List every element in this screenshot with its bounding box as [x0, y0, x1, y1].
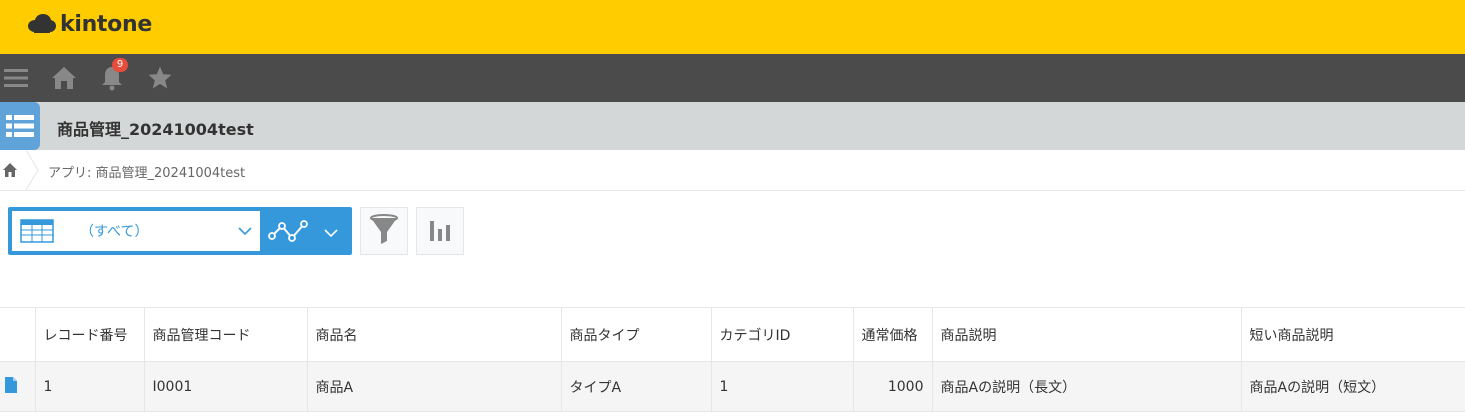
- cell-short-description: 商品Aの説明（短文）: [1249, 379, 1386, 396]
- records-table: レコード番号 商品管理コード 商品名 商品タイプ カテゴリID 通常価格 商品説…: [0, 307, 1465, 412]
- cell-product-code: I0001: [144, 361, 308, 412]
- filter-button[interactable]: [360, 207, 408, 255]
- view-selector[interactable]: （すべて）: [8, 207, 260, 255]
- home-icon[interactable]: [50, 64, 78, 92]
- cell-product-type: タイプA: [561, 361, 712, 412]
- view-dropdown[interactable]: （すべて）: [12, 211, 260, 251]
- column-header-regular-price[interactable]: 通常価格: [853, 307, 933, 362]
- graph-selector-button[interactable]: [260, 207, 352, 255]
- filter-icon: [370, 214, 398, 244]
- chevron-down-icon: [238, 227, 252, 236]
- breadcrumb-app-link[interactable]: アプリ: 商品管理_20241004test: [48, 162, 245, 181]
- column-header-category-id[interactable]: カテゴリID: [711, 307, 854, 362]
- line-chart-icon: [268, 220, 308, 242]
- column-header-product-code[interactable]: 商品管理コード: [144, 307, 308, 362]
- cell-regular-price: 1000: [853, 361, 933, 412]
- table-row: 1 I0001 商品A タイプA 1 1000 商品Aの説明（長文） 商品Aの説…: [0, 361, 1465, 412]
- cell-category-id: 1: [711, 361, 854, 412]
- record-detail-link[interactable]: [0, 361, 36, 412]
- chevron-down-icon: [324, 229, 338, 238]
- table-view-icon: [20, 219, 54, 243]
- brand-name: kintone: [60, 11, 152, 37]
- column-header-product-type[interactable]: 商品タイプ: [561, 307, 712, 362]
- breadcrumb: アプリ: 商品管理_20241004test: [0, 150, 1465, 191]
- star-icon[interactable]: [146, 64, 174, 92]
- brand-bar: kintone: [0, 0, 1465, 54]
- document-icon[interactable]: [4, 376, 18, 394]
- cell-product-name: 商品A: [307, 361, 562, 412]
- app-header: 商品管理_20241004test: [0, 102, 1465, 150]
- table-header-row: レコード番号 商品管理コード 商品名 商品タイプ カテゴリID 通常価格 商品説…: [0, 307, 1465, 362]
- notification-badge: 9: [112, 58, 128, 72]
- column-header-short-description[interactable]: 短い商品説明: [1241, 308, 1465, 362]
- cell-product-description: 商品Aの説明（長文）: [932, 361, 1242, 412]
- column-header-detail: [0, 307, 36, 362]
- kintone-logo[interactable]: kintone: [26, 9, 152, 39]
- global-nav: [0, 54, 1465, 102]
- column-header-record-number[interactable]: レコード番号: [35, 307, 145, 362]
- list-icon: [6, 115, 34, 137]
- column-header-product-name[interactable]: 商品名: [307, 307, 562, 362]
- app-title: 商品管理_20241004test: [57, 120, 254, 139]
- column-header-product-description[interactable]: 商品説明: [932, 307, 1242, 362]
- app-icon[interactable]: [0, 102, 40, 150]
- view-label: （すべて）: [80, 224, 149, 240]
- breadcrumb-separator: [25, 150, 39, 190]
- menu-icon[interactable]: [2, 64, 30, 92]
- bar-chart-icon: [430, 221, 450, 241]
- cell-record-number: 1: [35, 361, 145, 412]
- breadcrumb-home-icon[interactable]: [2, 162, 18, 178]
- graph-button[interactable]: [416, 207, 464, 255]
- cloud-logo-icon: [28, 14, 56, 33]
